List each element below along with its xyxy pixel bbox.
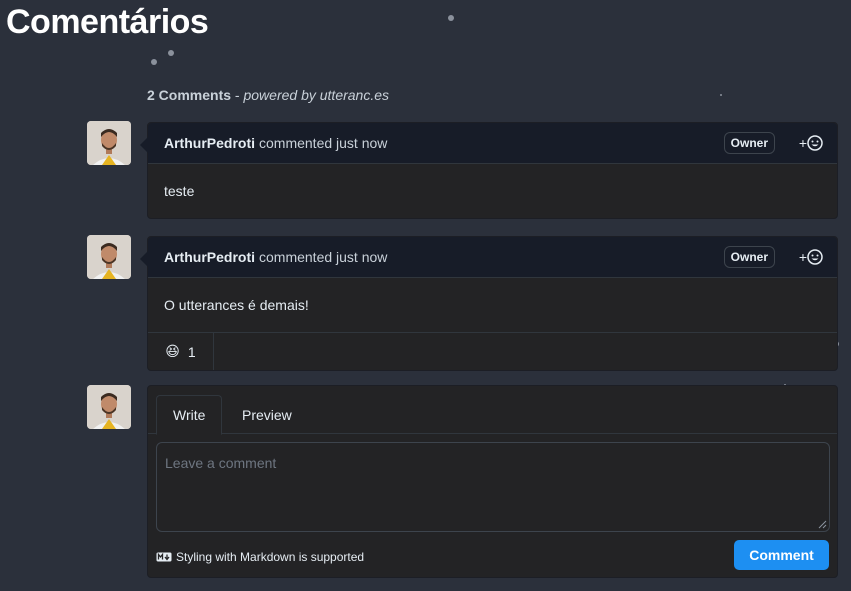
smiley-icon [807,249,823,265]
comment-timestamp[interactable]: commented just now [259,249,387,265]
owner-badge: Owner [723,246,775,268]
comment-header: ArthurPedroti commented just now Owner + [148,123,837,164]
reactions-bar: 😆 1 [148,332,837,370]
summary-separator: - [231,87,244,103]
avatar[interactable] [87,121,131,165]
comment-editor: Write Preview Leave a comment Styling wi… [147,385,838,578]
comments-summary: 2 Comments - powered by utteranc.es [147,87,389,103]
comment-author[interactable]: ArthurPedroti [164,135,255,151]
editor-tabs: Write Preview [148,386,837,435]
laughing-emoji-icon: 😆 [165,343,180,359]
particle [448,15,454,21]
textarea-placeholder: Leave a comment [165,455,277,471]
add-reaction-button[interactable]: + [799,135,823,151]
smiley-icon [807,135,823,151]
plus-label: + [798,249,807,265]
particle [151,59,157,65]
markdown-note-label: Styling with Markdown is supported [176,550,365,564]
comment-author[interactable]: ArthurPedroti [164,249,255,265]
particle [168,50,174,56]
powered-by-link[interactable]: powered by utteranc.es [243,87,389,103]
submit-comment-button[interactable]: Comment [734,540,829,570]
particle [720,94,722,96]
owner-badge: Owner [723,132,775,154]
comments-page: Comentários 2 Comments - powered by utte… [0,0,851,591]
avatar[interactable] [87,385,131,429]
comment: ArthurPedroti commented just now Owner +… [140,122,838,219]
add-reaction-button[interactable]: + [799,249,823,265]
comment-body: teste [164,183,195,199]
markdown-note[interactable]: Styling with Markdown is supported [156,550,364,564]
tab-write[interactable]: Write [156,395,223,435]
avatar[interactable] [87,235,131,279]
reaction-laugh[interactable]: 😆 1 [148,333,214,370]
comment-timestamp[interactable]: commented just now [259,135,387,151]
plus-label: + [798,135,807,151]
comment: ArthurPedroti commented just now Owner +… [140,236,838,371]
markdown-icon [156,552,172,562]
resize-grip-icon[interactable] [817,519,827,529]
page-title: Comentários [6,3,209,41]
comment-textarea[interactable]: Leave a comment [156,442,830,532]
tab-preview[interactable]: Preview [226,395,308,434]
comment-body: O utterances é demais! [164,297,309,313]
comment-header: ArthurPedroti commented just now Owner + [148,237,837,278]
comment-count: 2 Comments [147,87,232,103]
reaction-count: 1 [187,343,196,360]
